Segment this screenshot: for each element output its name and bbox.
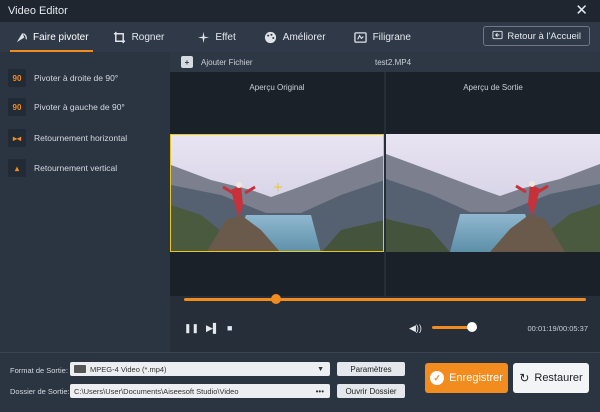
time-display: 00:01:19/00:05:37 bbox=[527, 324, 588, 333]
chevron-down-icon: ▼ bbox=[317, 365, 324, 373]
output-folder-label: Dossier de Sortie: bbox=[10, 387, 70, 396]
pause-icon[interactable]: ❚❚ bbox=[184, 323, 199, 334]
rotate-icon bbox=[14, 30, 28, 44]
flip-vertical-option[interactable]: ▴ Retournement vertical bbox=[8, 159, 117, 177]
check-icon: ✓ bbox=[430, 371, 445, 385]
output-format-value: MPEG-4 Video (*.mp4) bbox=[90, 364, 167, 374]
restore-label: Restaurer bbox=[534, 372, 583, 384]
watermark-icon bbox=[354, 30, 368, 44]
rotate-left-label: Pivoter à gauche de 90° bbox=[34, 102, 125, 112]
original-preview-label: Aperçu Original bbox=[249, 83, 305, 92]
palette-icon bbox=[264, 30, 278, 44]
timeline-handle[interactable] bbox=[271, 294, 282, 304]
video-editor-window: Video Editor ✕ Faire pivoter Rogner Effe… bbox=[0, 0, 600, 412]
original-preview: Aperçu Original bbox=[170, 72, 384, 296]
tab-crop[interactable]: Rogner bbox=[103, 22, 175, 52]
tab-rotate-label: Faire pivoter bbox=[33, 31, 89, 43]
tab-rotate[interactable]: Faire pivoter bbox=[4, 22, 99, 52]
tab-enhance[interactable]: Améliorer bbox=[254, 22, 336, 52]
volume-handle[interactable] bbox=[466, 322, 477, 332]
rotate-right-icon: 90 bbox=[8, 69, 26, 87]
rotate-right-label: Pivoter à droite de 90° bbox=[34, 73, 119, 83]
rotate-left-option[interactable]: 90 Pivoter à gauche de 90° bbox=[8, 98, 125, 116]
window-title: Video Editor bbox=[8, 5, 68, 17]
open-folder-button[interactable]: Ouvrir Dossier bbox=[337, 384, 405, 398]
output-preview: Aperçu de Sortie bbox=[386, 72, 600, 296]
preview-area: + Ajouter Fichier test2.MP4 Aperçu Origi… bbox=[170, 52, 600, 352]
file-name: test2.MP4 bbox=[375, 58, 412, 67]
volume-icon[interactable]: ◀)) bbox=[409, 323, 422, 334]
output-video-frame bbox=[386, 134, 600, 252]
home-arrow-icon bbox=[492, 30, 503, 43]
flip-vertical-icon: ▴ bbox=[8, 159, 26, 177]
next-frame-icon[interactable]: ▶▌ bbox=[206, 323, 219, 334]
output-folder-field[interactable]: C:\Users\User\Documents\Aiseesoft Studio… bbox=[70, 384, 330, 398]
flip-horizontal-icon: ▸◂ bbox=[8, 129, 26, 147]
stop-icon[interactable]: ■ bbox=[227, 323, 232, 333]
add-file-label[interactable]: Ajouter Fichier bbox=[201, 58, 253, 67]
browse-icon[interactable]: ••• bbox=[316, 387, 324, 396]
output-folder-value: C:\Users\User\Documents\Aiseesoft Studio… bbox=[74, 386, 239, 396]
back-home-button[interactable]: Retour à l'Accueil bbox=[483, 26, 590, 46]
tab-watermark[interactable]: Filigrane bbox=[344, 22, 421, 52]
rotate-options-panel: 90 Pivoter à droite de 90° 90 Pivoter à … bbox=[0, 52, 170, 352]
save-button[interactable]: ✓ Enregistrer bbox=[425, 363, 508, 393]
flip-vertical-label: Retournement vertical bbox=[34, 163, 118, 173]
restore-button[interactable]: ↻ Restaurer bbox=[513, 363, 589, 393]
close-icon[interactable]: ✕ bbox=[575, 3, 588, 18]
mp4-format-icon bbox=[74, 365, 86, 373]
restore-icon: ↻ bbox=[519, 371, 530, 385]
rotate-left-icon: 90 bbox=[8, 98, 26, 116]
rotate-right-option[interactable]: 90 Pivoter à droite de 90° bbox=[8, 69, 118, 87]
editor-toolbar: Faire pivoter Rogner Effet Améliorer Fil… bbox=[0, 22, 600, 52]
tab-crop-label: Rogner bbox=[131, 31, 165, 43]
title-bar: Video Editor ✕ bbox=[0, 0, 600, 22]
tab-watermark-label: Filigrane bbox=[372, 31, 411, 43]
add-file-icon[interactable]: + bbox=[181, 56, 193, 68]
timeline-slider[interactable] bbox=[184, 298, 586, 301]
crop-icon bbox=[113, 30, 127, 44]
tab-enhance-label: Améliorer bbox=[282, 31, 326, 43]
original-video-frame[interactable] bbox=[170, 134, 384, 252]
file-bar: + Ajouter Fichier test2.MP4 bbox=[170, 52, 600, 72]
settings-button[interactable]: Paramètres bbox=[337, 362, 405, 376]
save-label: Enregistrer bbox=[449, 372, 503, 384]
back-home-label: Retour à l'Accueil bbox=[507, 30, 581, 42]
tab-effect[interactable]: Effet bbox=[186, 22, 245, 52]
playback-controls: ❚❚ ▶▌ ■ ◀)) 00:01:19/00:05:37 bbox=[170, 314, 600, 344]
output-settings: Format de Sortie: MPEG-4 Video (*.mp4) ▼… bbox=[0, 352, 600, 412]
sparkle-icon bbox=[196, 30, 210, 44]
output-format-label: Format de Sortie: bbox=[10, 366, 68, 375]
flip-horizontal-label: Retournement horizontal bbox=[34, 133, 128, 143]
output-format-select[interactable]: MPEG-4 Video (*.mp4) ▼ bbox=[70, 362, 330, 376]
tab-effect-label: Effet bbox=[215, 31, 236, 43]
output-preview-label: Aperçu de Sortie bbox=[463, 83, 523, 92]
flip-horizontal-option[interactable]: ▸◂ Retournement horizontal bbox=[8, 129, 127, 147]
